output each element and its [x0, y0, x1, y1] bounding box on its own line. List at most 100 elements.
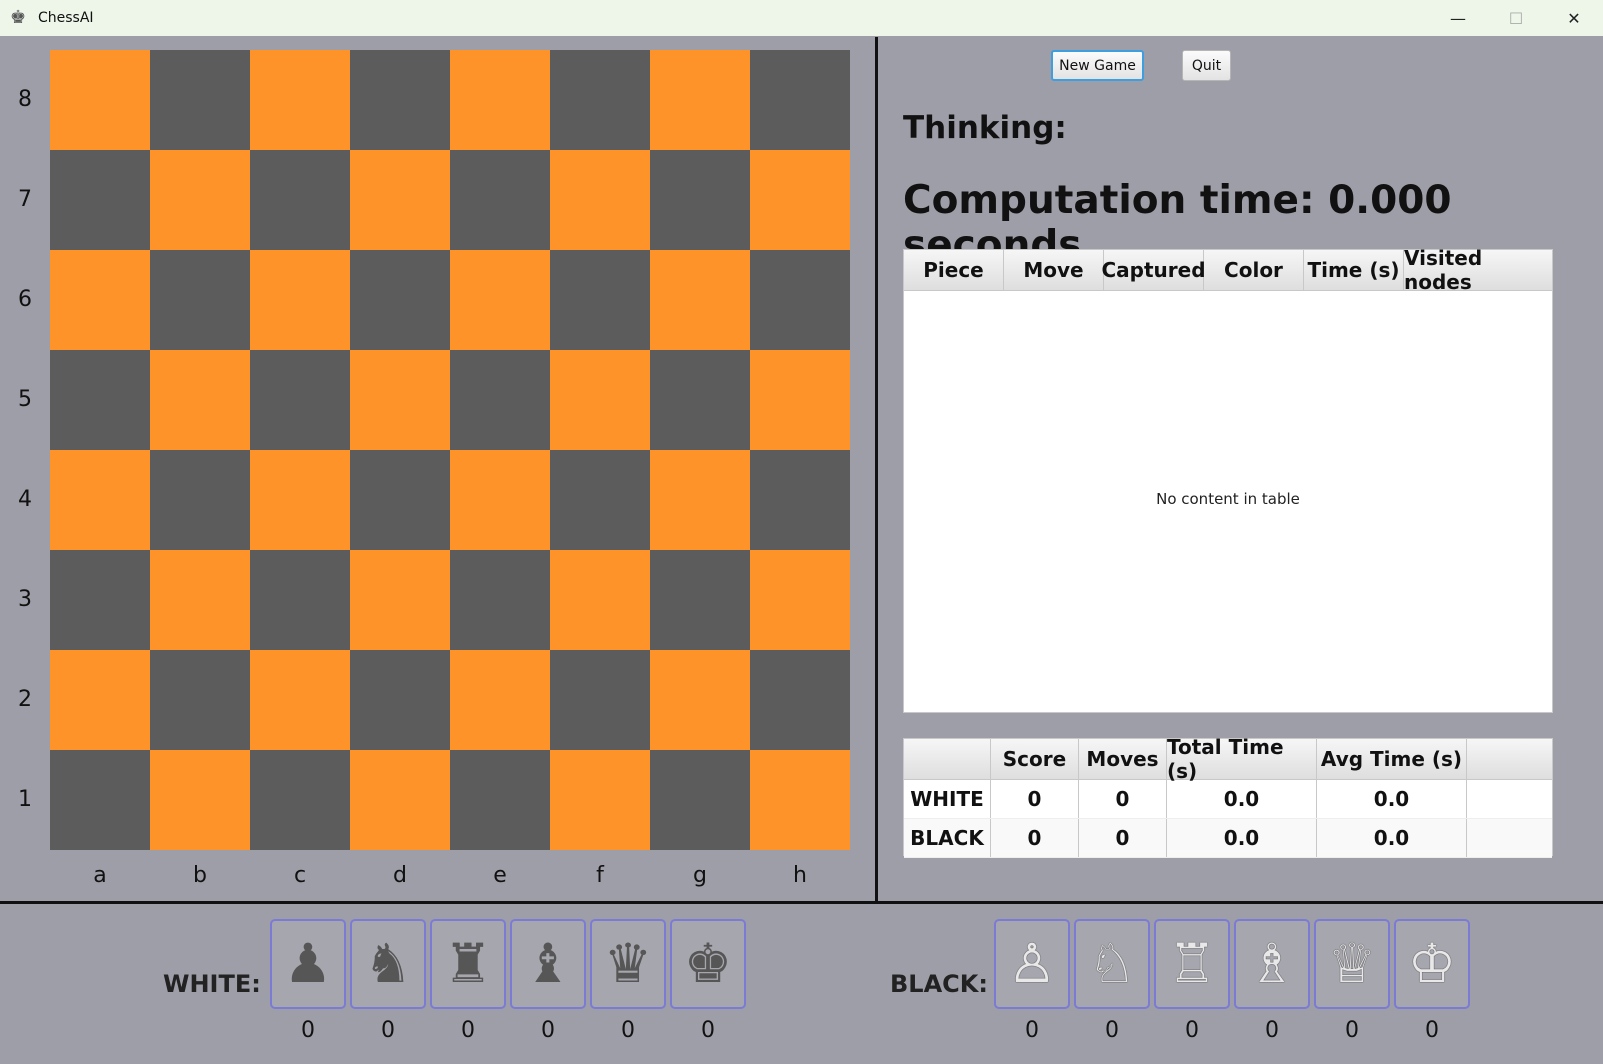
column-header-move[interactable]: Move	[1004, 250, 1104, 290]
square-f2[interactable]	[550, 650, 650, 750]
square-e7[interactable]	[450, 150, 550, 250]
square-a4[interactable]	[50, 450, 150, 550]
square-d3[interactable]	[350, 550, 450, 650]
black-rook-slot[interactable]: ♖	[1154, 919, 1230, 1009]
square-b2[interactable]	[150, 650, 250, 750]
minimize-button[interactable]: —	[1429, 0, 1487, 36]
square-e5[interactable]	[450, 350, 550, 450]
square-f6[interactable]	[550, 250, 650, 350]
square-e3[interactable]	[450, 550, 550, 650]
square-g2[interactable]	[650, 650, 750, 750]
white-bishop-slot[interactable]: ♝	[510, 919, 586, 1009]
square-f8[interactable]	[550, 50, 650, 150]
square-e8[interactable]	[450, 50, 550, 150]
square-d7[interactable]	[350, 150, 450, 250]
square-a1[interactable]	[50, 750, 150, 850]
column-header-moves[interactable]: Moves	[1079, 739, 1167, 779]
new-game-button[interactable]: New Game	[1051, 50, 1144, 81]
square-g5[interactable]	[650, 350, 750, 450]
close-button[interactable]: ✕	[1545, 0, 1603, 36]
square-a7[interactable]	[50, 150, 150, 250]
column-header-time[interactable]: Time (s)	[1304, 250, 1404, 290]
square-b8[interactable]	[150, 50, 250, 150]
square-d8[interactable]	[350, 50, 450, 150]
square-h8[interactable]	[750, 50, 850, 150]
column-header-extra[interactable]	[1467, 739, 1552, 779]
square-c4[interactable]	[250, 450, 350, 550]
column-header-player[interactable]	[904, 739, 991, 779]
square-b7[interactable]	[150, 150, 250, 250]
black-knight-slot[interactable]: ♘	[1074, 919, 1150, 1009]
column-header-score[interactable]: Score	[991, 739, 1079, 779]
square-g6[interactable]	[650, 250, 750, 350]
column-header-captured[interactable]: Captured	[1101, 250, 1206, 290]
column-header-visited-nodes[interactable]: Visited nodes	[1404, 246, 1552, 294]
column-header-piece[interactable]: Piece	[904, 250, 1004, 290]
square-f4[interactable]	[550, 450, 650, 550]
column-header-color[interactable]: Color	[1204, 250, 1304, 290]
column-header-total-time[interactable]: Total Time (s)	[1167, 735, 1317, 783]
square-c8[interactable]	[250, 50, 350, 150]
square-a2[interactable]	[50, 650, 150, 750]
square-h4[interactable]	[750, 450, 850, 550]
file-label: g	[693, 863, 707, 888]
table-row[interactable]: WHITE 0 0 0.0 0.0	[904, 780, 1552, 819]
square-e1[interactable]	[450, 750, 550, 850]
square-d4[interactable]	[350, 450, 450, 550]
square-h5[interactable]	[750, 350, 850, 450]
square-c6[interactable]	[250, 250, 350, 350]
square-h1[interactable]	[750, 750, 850, 850]
square-d5[interactable]	[350, 350, 450, 450]
square-b3[interactable]	[150, 550, 250, 650]
extra-cell	[1467, 780, 1552, 818]
square-a8[interactable]	[50, 50, 150, 150]
square-h6[interactable]	[750, 250, 850, 350]
square-g3[interactable]	[650, 550, 750, 650]
quit-button[interactable]: Quit	[1182, 50, 1231, 81]
square-f7[interactable]	[550, 150, 650, 250]
square-d1[interactable]	[350, 750, 450, 850]
square-h2[interactable]	[750, 650, 850, 750]
square-b4[interactable]	[150, 450, 250, 550]
square-g7[interactable]	[650, 150, 750, 250]
square-f3[interactable]	[550, 550, 650, 650]
square-d6[interactable]	[350, 250, 450, 350]
white-rook-slot[interactable]: ♜	[430, 919, 506, 1009]
square-h7[interactable]	[750, 150, 850, 250]
square-a6[interactable]	[50, 250, 150, 350]
black-pawn-slot[interactable]: ♙	[994, 919, 1070, 1009]
white-queen-slot[interactable]: ♛	[590, 919, 666, 1009]
square-d2[interactable]	[350, 650, 450, 750]
square-c7[interactable]	[250, 150, 350, 250]
square-c1[interactable]	[250, 750, 350, 850]
white-king-slot[interactable]: ♚	[670, 919, 746, 1009]
black-queen-slot[interactable]: ♕	[1314, 919, 1390, 1009]
square-c2[interactable]	[250, 650, 350, 750]
square-f5[interactable]	[550, 350, 650, 450]
white-knight-slot[interactable]: ♞	[350, 919, 426, 1009]
square-a3[interactable]	[50, 550, 150, 650]
square-g8[interactable]	[650, 50, 750, 150]
square-g4[interactable]	[650, 450, 750, 550]
square-c5[interactable]	[250, 350, 350, 450]
table-row[interactable]: BLACK 0 0 0.0 0.0	[904, 819, 1552, 858]
square-b5[interactable]	[150, 350, 250, 450]
move-history-table[interactable]: Piece Move Captured Color Time (s) Visit…	[903, 246, 1553, 713]
white-pawn-slot[interactable]: ♟	[270, 919, 346, 1009]
horizontal-divider	[0, 901, 1603, 904]
square-h3[interactable]	[750, 550, 850, 650]
black-king-slot[interactable]: ♔	[1394, 919, 1470, 1009]
square-e2[interactable]	[450, 650, 550, 750]
chess-board[interactable]	[50, 50, 850, 850]
square-c3[interactable]	[250, 550, 350, 650]
square-a5[interactable]	[50, 350, 150, 450]
square-f1[interactable]	[550, 750, 650, 850]
square-e6[interactable]	[450, 250, 550, 350]
square-b6[interactable]	[150, 250, 250, 350]
black-bishop-slot[interactable]: ♗	[1234, 919, 1310, 1009]
square-e4[interactable]	[450, 450, 550, 550]
square-g1[interactable]	[650, 750, 750, 850]
maximize-button[interactable]: ☐	[1487, 0, 1545, 36]
column-header-avg-time[interactable]: Avg Time (s)	[1317, 739, 1467, 779]
square-b1[interactable]	[150, 750, 250, 850]
